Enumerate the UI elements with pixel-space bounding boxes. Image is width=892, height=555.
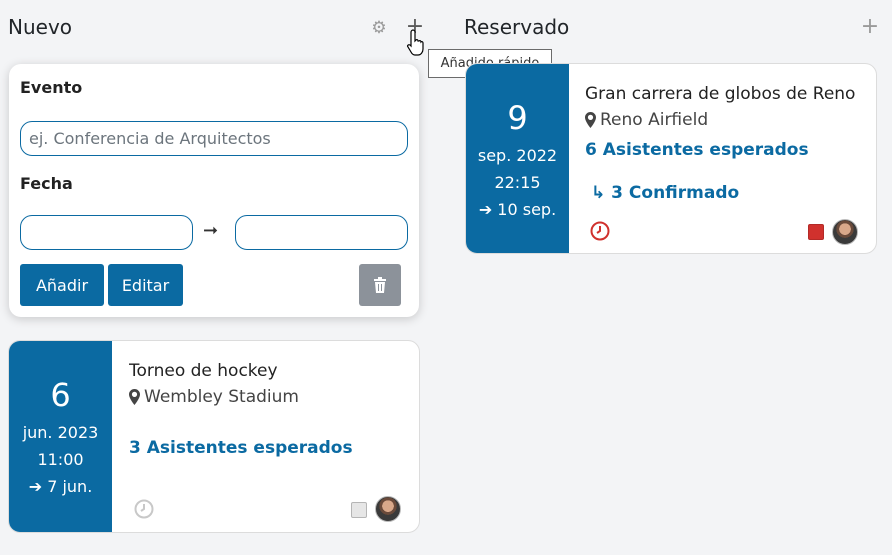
edit-button[interactable]: Editar: [108, 264, 183, 306]
event-location-label: Wembley Stadium: [144, 387, 299, 407]
event-label: Evento: [20, 78, 83, 97]
event-location-label: Reno Airfield: [600, 110, 709, 130]
event-month-year: sep. 2022: [477, 146, 558, 165]
column-title-reserved: Reservado: [464, 15, 570, 39]
event-name-input[interactable]: [20, 121, 408, 156]
event-time: 22:15: [494, 173, 541, 192]
date-block: 9 sep. 2022 22:15 ➔ 10 sep.: [466, 64, 569, 253]
avatar[interactable]: [375, 496, 401, 522]
delete-button[interactable]: [359, 264, 401, 306]
quick-add-form: Evento Fecha ➞ Añadir Editar: [9, 64, 419, 317]
plus-icon-reserved[interactable]: +: [860, 16, 880, 38]
event-location: Wembley Stadium: [129, 387, 299, 407]
event-location: Reno Airfield: [585, 110, 708, 130]
avatar[interactable]: [832, 219, 858, 245]
clock-icon: [590, 221, 610, 241]
expected-attendees[interactable]: 6 Asistentes esperados: [585, 140, 809, 160]
event-card[interactable]: 6 jun. 2023 11:00 ➔ 7 jun. Torneo de hoc…: [8, 340, 420, 533]
event-day: 6: [50, 376, 71, 414]
event-end-date: ➔ 7 jun.: [28, 477, 93, 496]
arrow-right-icon: ➞: [203, 220, 219, 241]
event-day: 9: [507, 99, 528, 137]
status-swatch[interactable]: [808, 224, 824, 240]
event-title[interactable]: Gran carrera de globos de Reno: [585, 84, 861, 104]
event-card[interactable]: 9 sep. 2022 22:15 ➔ 10 sep. Gran carrera…: [465, 63, 877, 254]
date-block: 6 jun. 2023 11:00 ➔ 7 jun.: [9, 341, 112, 532]
event-time: 11:00: [37, 450, 84, 469]
event-end-date: ➔ 10 sep.: [478, 200, 557, 219]
confirmed-attendees[interactable]: ↳ 3 Confirmado: [591, 183, 739, 203]
event-month-year: jun. 2023: [22, 423, 99, 442]
clock-icon: [134, 499, 154, 519]
date-label: Fecha: [20, 174, 73, 193]
end-date-input[interactable]: [235, 215, 408, 250]
add-button[interactable]: Añadir: [20, 264, 104, 306]
status-swatch[interactable]: [351, 502, 367, 518]
hand-cursor-icon: [407, 29, 424, 56]
start-date-input[interactable]: [20, 215, 193, 250]
gear-icon[interactable]: ⚙: [370, 18, 388, 38]
map-marker-icon: [585, 112, 596, 128]
event-title[interactable]: Torneo de hockey: [129, 361, 405, 381]
trash-icon: [374, 277, 386, 293]
map-marker-icon: [129, 389, 140, 405]
column-title-new: Nuevo: [8, 15, 73, 39]
expected-attendees[interactable]: 3 Asistentes esperados: [129, 438, 353, 458]
